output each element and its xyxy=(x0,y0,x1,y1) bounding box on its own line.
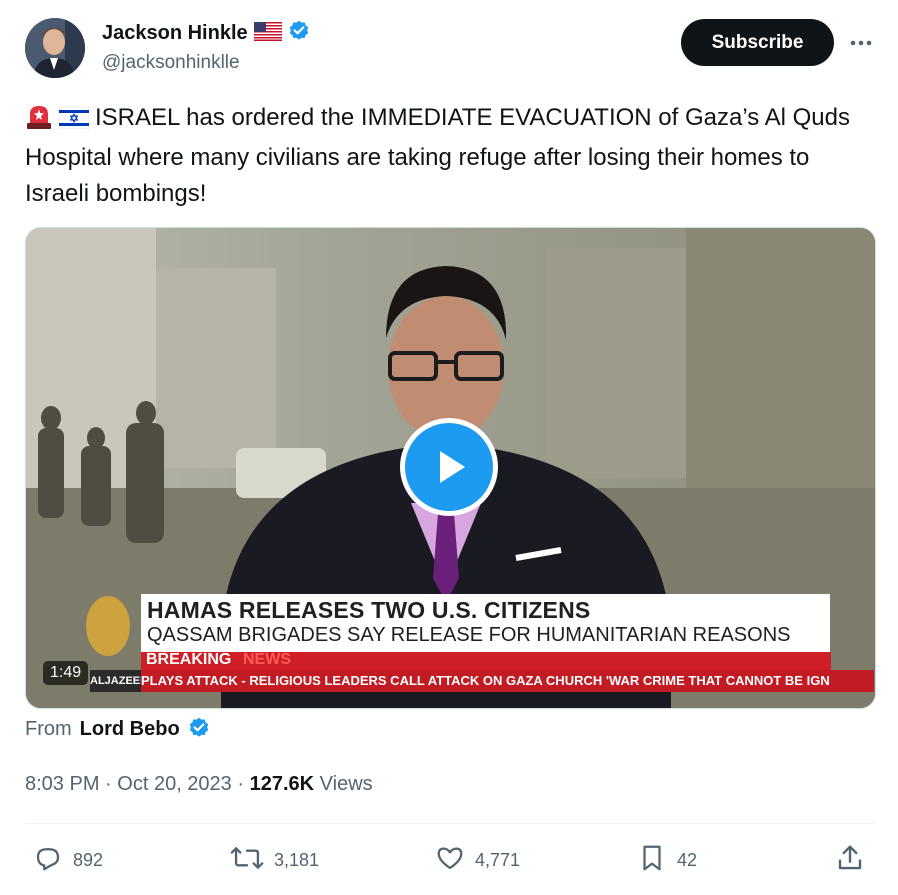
verified-badge-icon xyxy=(188,717,210,741)
breaking-label: BREAKING xyxy=(146,651,232,668)
avatar-image xyxy=(25,18,85,78)
author-handle[interactable]: @jacksonhinklle xyxy=(102,52,240,74)
heart-icon xyxy=(435,843,465,878)
repost-count: 3,181 xyxy=(274,849,320,870)
verified-badge-icon xyxy=(288,20,310,47)
like-count: 4,771 xyxy=(475,849,521,870)
separator: · xyxy=(105,773,112,795)
more-horizontal-icon[interactable] xyxy=(846,28,876,58)
source-name-link[interactable]: Lord Bebo xyxy=(80,718,180,741)
share-icon xyxy=(835,843,865,878)
separator: · xyxy=(237,773,245,795)
repost-button[interactable]: 3,181 xyxy=(230,840,319,880)
divider xyxy=(25,823,874,824)
bookmark-button[interactable]: 42 xyxy=(637,840,697,880)
author-name[interactable]: Jackson Hinkle xyxy=(102,22,248,45)
rotating-light-icon xyxy=(25,103,53,140)
bookmark-count: 42 xyxy=(677,849,698,870)
avatar[interactable] xyxy=(25,18,85,78)
repost-icon xyxy=(230,843,264,878)
news-subheadline: QASSAM BRIGADES SAY RELEASE FOR HUMANITA… xyxy=(147,624,791,646)
share-button[interactable] xyxy=(835,840,865,880)
us-flag-icon xyxy=(253,21,282,46)
attribution: From Lord Bebo xyxy=(25,717,210,741)
reply-count: 892 xyxy=(73,849,104,870)
views-count: 127.6K xyxy=(249,773,315,795)
tweet-time[interactable]: 8:03 PM xyxy=(25,773,99,795)
like-button[interactable]: 4,771 xyxy=(435,840,520,880)
action-bar: 892 3,181 4,771 42 xyxy=(25,840,874,880)
from-label: From xyxy=(25,717,72,740)
tweet-date[interactable]: Oct 20, 2023 xyxy=(117,773,232,795)
news-label: NEWS xyxy=(243,651,291,668)
subscribe-button[interactable]: Subscribe xyxy=(681,19,834,66)
israel-flag-icon xyxy=(58,104,90,140)
news-headline: HAMAS RELEASES TWO U.S. CITIZENS xyxy=(147,597,591,623)
tweet-body: ISRAEL has ordered the IMMEDIATE EVACUAT… xyxy=(25,104,850,207)
play-icon[interactable] xyxy=(400,418,498,516)
reply-icon xyxy=(33,843,63,878)
bookmark-icon xyxy=(637,843,667,878)
news-lower-third: HAMAS RELEASES TWO U.S. CITIZENS QASSAM … xyxy=(141,594,830,652)
breaking-banner: BREAKING NEWS xyxy=(141,651,831,670)
reply-button[interactable]: 892 xyxy=(33,840,103,880)
views-label: Views xyxy=(319,773,373,795)
ticker-logo: ALJAZEERA xyxy=(90,670,141,692)
news-ticker: PLAYS ATTACK - RELIGIOUS LEADERS CALL AT… xyxy=(141,670,874,692)
tweet-text: ISRAEL has ordered the IMMEDIATE EVACUAT… xyxy=(25,100,865,212)
tweet-meta: 8:03 PM · Oct 20, 2023 · 127.6K Views xyxy=(25,773,373,796)
video-duration: 1:49 xyxy=(43,661,89,685)
